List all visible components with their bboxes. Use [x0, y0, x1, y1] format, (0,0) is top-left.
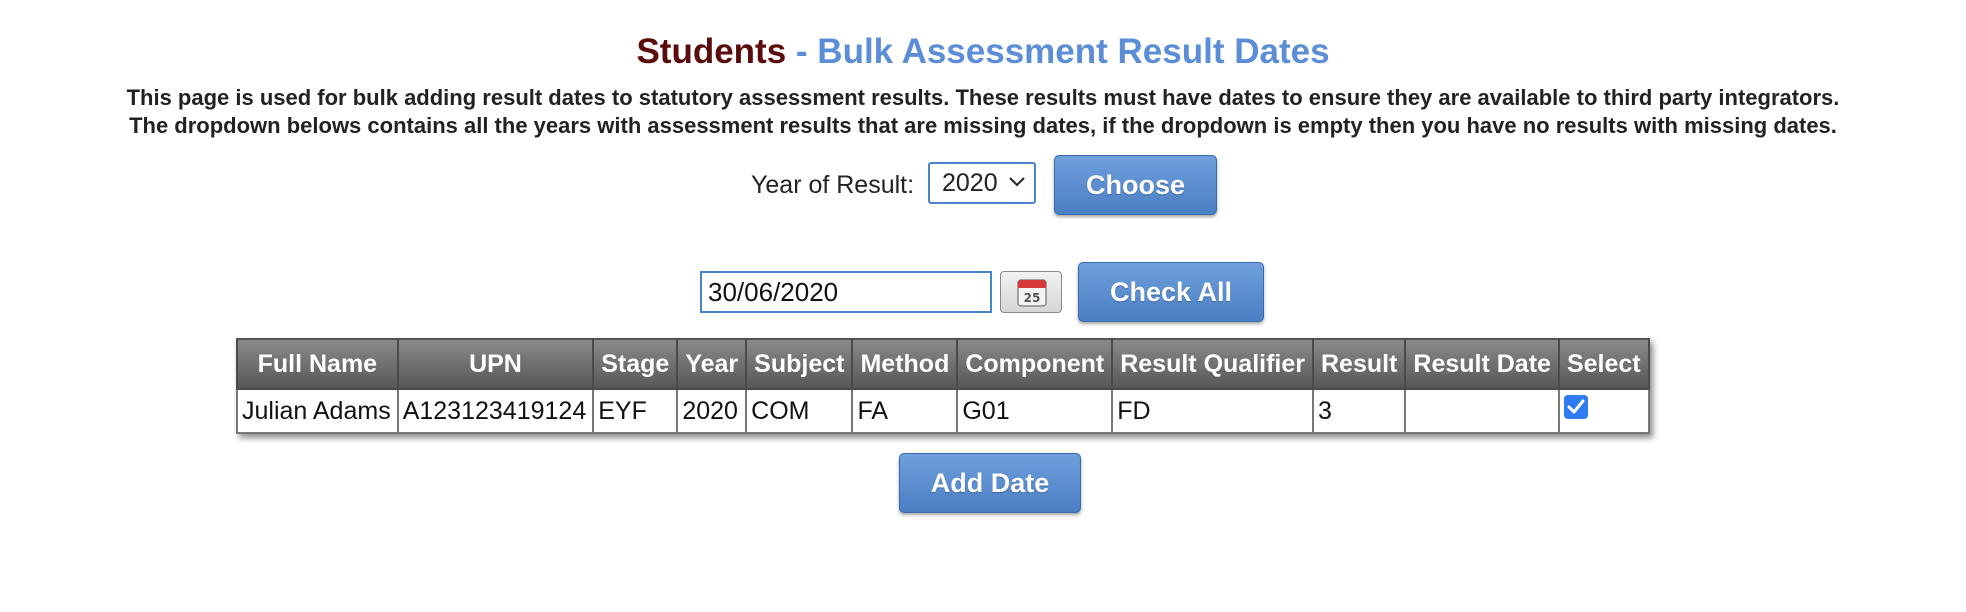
- cell-select: [1557, 388, 1650, 434]
- column-header-year[interactable]: Year: [676, 338, 748, 390]
- column-header-full-name[interactable]: Full Name: [236, 338, 399, 390]
- cell-result-qualifier: FD: [1111, 388, 1314, 434]
- cell-component: G01: [956, 388, 1114, 434]
- page-title-separator: -: [786, 32, 818, 71]
- column-header-stage[interactable]: Stage: [592, 338, 679, 390]
- add-date-button[interactable]: Add Date: [899, 453, 1081, 513]
- page-title: Students - Bulk Assessment Result Dates: [0, 28, 1966, 76]
- column-header-method[interactable]: Method: [851, 338, 959, 390]
- column-header-result-qualifier[interactable]: Result Qualifier: [1111, 338, 1314, 390]
- cell-stage: EYF: [592, 388, 679, 434]
- cell-result: 3: [1311, 388, 1407, 434]
- results-table-container: Full Name UPN Stage Year Subject Method …: [236, 338, 1650, 434]
- cell-subject: COM: [745, 388, 854, 434]
- year-select-value: 2020: [942, 169, 998, 197]
- calendar-icon-day: 25: [1024, 291, 1041, 305]
- column-header-component[interactable]: Component: [956, 338, 1114, 390]
- check-all-button[interactable]: Check All: [1078, 262, 1264, 322]
- cell-year: 2020: [676, 388, 748, 434]
- results-table: Full Name UPN Stage Year Subject Method …: [236, 338, 1650, 434]
- page-title-main: Students: [636, 32, 787, 71]
- year-of-result-select[interactable]: 2020: [928, 162, 1036, 204]
- column-header-subject[interactable]: Subject: [745, 338, 854, 390]
- cell-result-date: [1404, 388, 1560, 434]
- column-header-upn[interactable]: UPN: [396, 338, 595, 390]
- column-header-result-date[interactable]: Result Date: [1404, 338, 1560, 390]
- cell-method: FA: [851, 388, 959, 434]
- description-line-2: The dropdown belows contains all the yea…: [129, 113, 1837, 138]
- year-of-result-label: Year of Result:: [751, 171, 915, 199]
- page: Students - Bulk Assessment Result Dates …: [0, 0, 1966, 612]
- cell-upn: A123123419124: [396, 388, 595, 434]
- cell-full-name[interactable]: Julian Adams: [236, 388, 399, 434]
- description-line-1: This page is used for bulk adding result…: [126, 85, 1840, 110]
- checkmark-icon: [1567, 399, 1585, 414]
- page-description: This page is used for bulk adding result…: [0, 84, 1966, 140]
- calendar-icon: 25: [1017, 279, 1047, 307]
- chevron-down-icon: [1009, 177, 1025, 187]
- table-row: Julian Adams A123123419124 EYF 2020 COM …: [236, 388, 1650, 434]
- column-header-select[interactable]: Select: [1557, 338, 1650, 390]
- year-filter-row: Year of Result: 2020 Choose: [0, 155, 1966, 215]
- column-header-result[interactable]: Result: [1311, 338, 1407, 390]
- choose-button[interactable]: Choose: [1054, 155, 1217, 215]
- calendar-button[interactable]: 25: [1000, 271, 1062, 313]
- table-header-row: Full Name UPN Stage Year Subject Method …: [236, 338, 1650, 390]
- page-title-sub: Bulk Assessment Result Dates: [817, 32, 1330, 71]
- result-date-input[interactable]: 30/06/2020: [700, 271, 992, 313]
- date-entry-row: 30/06/2020 25 Check All: [0, 262, 1966, 324]
- select-checkbox[interactable]: [1563, 394, 1588, 419]
